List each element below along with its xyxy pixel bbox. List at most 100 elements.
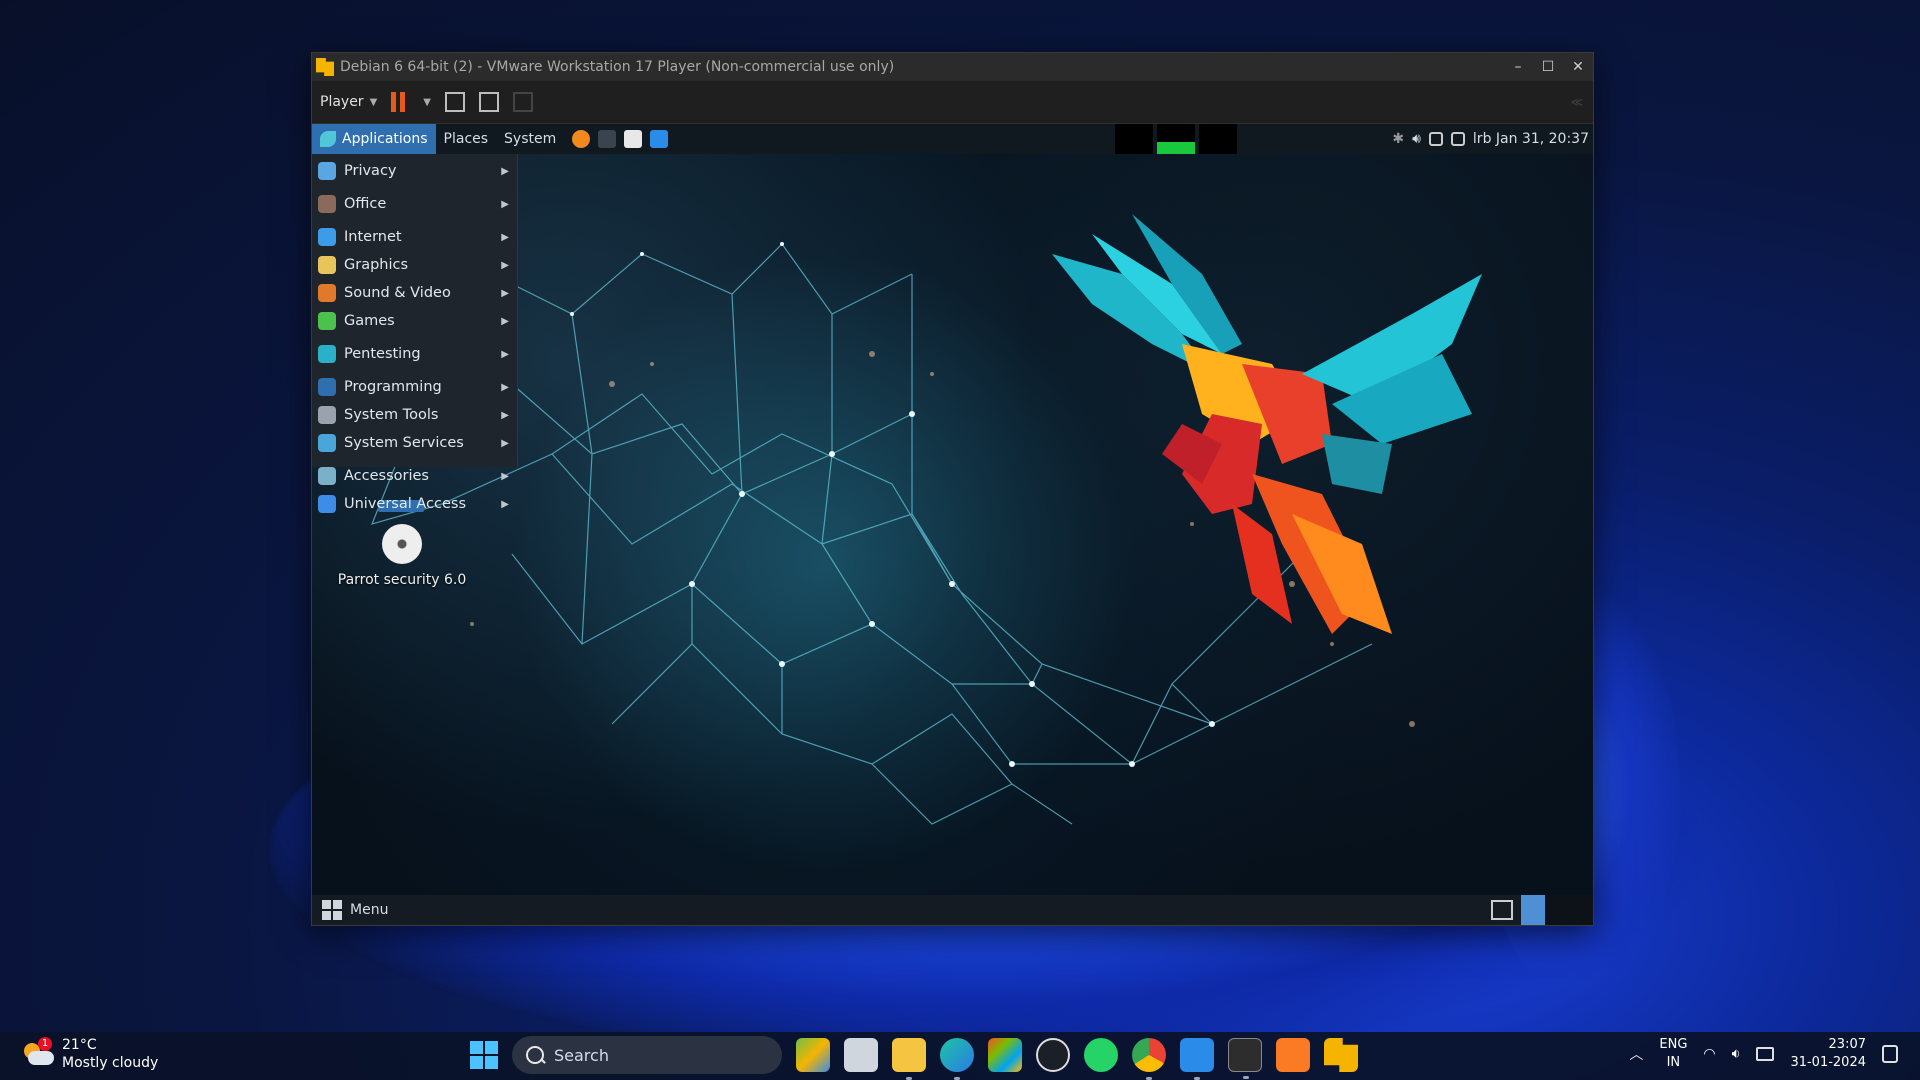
guest-tray: ✱ 🔊︎ lrb Jan 31, 20:37 [1392, 131, 1593, 147]
menu-item-label: Accessories [344, 468, 429, 484]
games-icon [318, 312, 336, 330]
vmware-titlebar[interactable]: Debian 6 64-bit (2) - VMware Workstation… [312, 53, 1593, 81]
memory-monitor [1157, 124, 1195, 154]
menu-item-accessories[interactable]: Accessories ▶ [312, 462, 517, 490]
menu-item-system-services[interactable]: System Services ▶ [312, 429, 517, 457]
chrome-icon[interactable] [1132, 1038, 1166, 1080]
workspace-3[interactable] [1569, 895, 1593, 925]
menu-item-label: Office [344, 196, 387, 212]
chevron-right-icon: ▶ [501, 437, 509, 449]
menu-item-label: Games [344, 313, 395, 329]
menu-item-system-tools[interactable]: System Tools ▶ [312, 401, 517, 429]
system-tray: ︿ ENG IN ◠ 🔉︎ 23:07 31-01-2024 [1629, 1036, 1898, 1072]
vmware-window-title: Debian 6 64-bit (2) - VMware Workstation… [340, 59, 895, 75]
weather-description: Mostly cloudy [62, 1055, 159, 1071]
vmware-toolbar: Player ▼ ▼ ≪ [312, 81, 1593, 124]
chevron-right-icon: ▶ [501, 198, 509, 210]
menu-item-programming[interactable]: Programming ▶ [312, 373, 517, 401]
menu-item-games[interactable]: Games ▶ [312, 307, 517, 335]
notification-icon[interactable] [1882, 1045, 1898, 1063]
chevron-up-icon[interactable]: ︿ [1629, 1044, 1643, 1064]
privacy-icon [318, 162, 336, 180]
menu-item-universal-access[interactable]: Universal Access ▶ [312, 490, 517, 518]
guest-clock[interactable]: lrb Jan 31, 20:37 [1473, 131, 1589, 147]
battery-icon[interactable] [1756, 1047, 1775, 1061]
parrot-logo-icon [320, 131, 336, 147]
speaker-icon[interactable]: 🔉︎ [1732, 1046, 1741, 1062]
menu-label[interactable]: Menu [350, 902, 388, 918]
task-view-icon[interactable] [844, 1038, 878, 1072]
guest-screen[interactable]: Applications Places System ✱ 🔊︎ lrb Jan … [312, 124, 1593, 925]
pause-icon[interactable] [391, 92, 409, 112]
network-cloud-icon[interactable] [1428, 132, 1443, 146]
remote-desktop-icon[interactable] [1180, 1038, 1214, 1080]
start-icon[interactable] [470, 1041, 498, 1069]
firefox-icon[interactable] [572, 130, 591, 148]
unity-icon [512, 92, 533, 112]
menu-item-office[interactable]: Office ▶ [312, 190, 517, 218]
guest-top-panel: Applications Places System ✱ 🔊︎ lrb Jan … [312, 124, 1593, 154]
terminal-app-icon[interactable] [1228, 1038, 1262, 1079]
system-menu-button[interactable]: System [496, 124, 564, 154]
desktop-icon-label: Parrot security 6.0 [337, 572, 467, 588]
terminal-icon[interactable] [598, 130, 617, 148]
search-icon [526, 1046, 544, 1064]
menu-item-privacy[interactable]: Privacy ▶ [312, 157, 517, 185]
vmware-logo-icon [316, 58, 334, 76]
menu-item-sound-video[interactable]: Sound & Video ▶ [312, 279, 517, 307]
file-explorer-icon[interactable] [892, 1038, 926, 1080]
edge-icon[interactable] [940, 1038, 974, 1080]
menu-item-label: Graphics [344, 257, 409, 273]
screen-icon[interactable] [1450, 132, 1465, 146]
windows-taskbar: 1 21°C Mostly cloudy Search ︿ ENG IN ◠ 🔉… [0, 1032, 1920, 1080]
accessories-icon [318, 467, 336, 485]
vmware-player-icon[interactable] [1324, 1038, 1358, 1072]
optical-disc-icon [382, 524, 422, 564]
menu-item-label: Privacy [344, 163, 397, 179]
chevron-right-icon: ▶ [501, 409, 509, 421]
dell-icon[interactable] [1036, 1038, 1070, 1072]
microsoft-store-icon[interactable] [988, 1038, 1022, 1072]
minimize-button[interactable]: – [1503, 59, 1533, 75]
menu-item-internet[interactable]: Internet ▶ [312, 223, 517, 251]
taskbar-clock[interactable]: 23:07 31-01-2024 [1790, 1036, 1866, 1072]
weather-widget[interactable]: 1 21°C Mostly cloudy [22, 1036, 158, 1072]
taskbar-search[interactable]: Search [512, 1036, 782, 1074]
show-desktop-icon[interactable] [1491, 900, 1513, 920]
menu-grid-icon[interactable] [322, 900, 342, 920]
graphics-icon [318, 256, 336, 274]
sound-video-icon [318, 284, 336, 302]
parrot-illustration [1052, 214, 1482, 634]
office-icon [318, 195, 336, 213]
menu-item-label: System Services [344, 435, 464, 451]
pentesting-icon [318, 345, 336, 363]
menu-item-pentesting[interactable]: Pentesting ▶ [312, 340, 517, 368]
removable-devices-icon[interactable] [444, 92, 465, 112]
pause-dropdown-icon[interactable]: ▼ [423, 97, 431, 108]
applications-menu-button[interactable]: Applications [312, 124, 436, 154]
player-menu-button[interactable]: Player ▼ [320, 94, 377, 110]
vscode-icon[interactable] [650, 130, 669, 148]
chevron-down-icon: ▼ [369, 96, 378, 108]
volume-icon[interactable]: 🔊︎ [1412, 131, 1421, 147]
language-line1: ENG [1659, 1037, 1688, 1052]
copilot-icon[interactable] [796, 1038, 830, 1072]
workspace-1[interactable] [1521, 895, 1545, 925]
collapse-toolbar-icon[interactable]: ≪ [1570, 95, 1583, 109]
fullscreen-icon[interactable] [478, 92, 499, 112]
text-editor-icon[interactable] [624, 130, 643, 148]
workspace-2[interactable] [1545, 895, 1569, 925]
maximize-button[interactable]: ☐ [1533, 59, 1563, 75]
chevron-right-icon: ▶ [501, 259, 509, 271]
xampp-icon[interactable] [1276, 1038, 1310, 1072]
menu-item-graphics[interactable]: Graphics ▶ [312, 251, 517, 279]
wifi-icon[interactable]: ◠ [1703, 1046, 1715, 1062]
universal-access-icon [318, 495, 336, 513]
bluetooth-icon[interactable]: ✱ [1392, 131, 1404, 147]
places-menu-button[interactable]: Places [436, 124, 497, 154]
weather-temperature: 21°C [62, 1037, 97, 1053]
close-button[interactable]: ✕ [1563, 59, 1593, 75]
desktop-icon-parrot-disc[interactable]: Parrot security 6.0 [322, 524, 482, 588]
whatsapp-icon[interactable] [1084, 1038, 1118, 1072]
language-indicator[interactable]: ENG IN [1659, 1036, 1687, 1072]
